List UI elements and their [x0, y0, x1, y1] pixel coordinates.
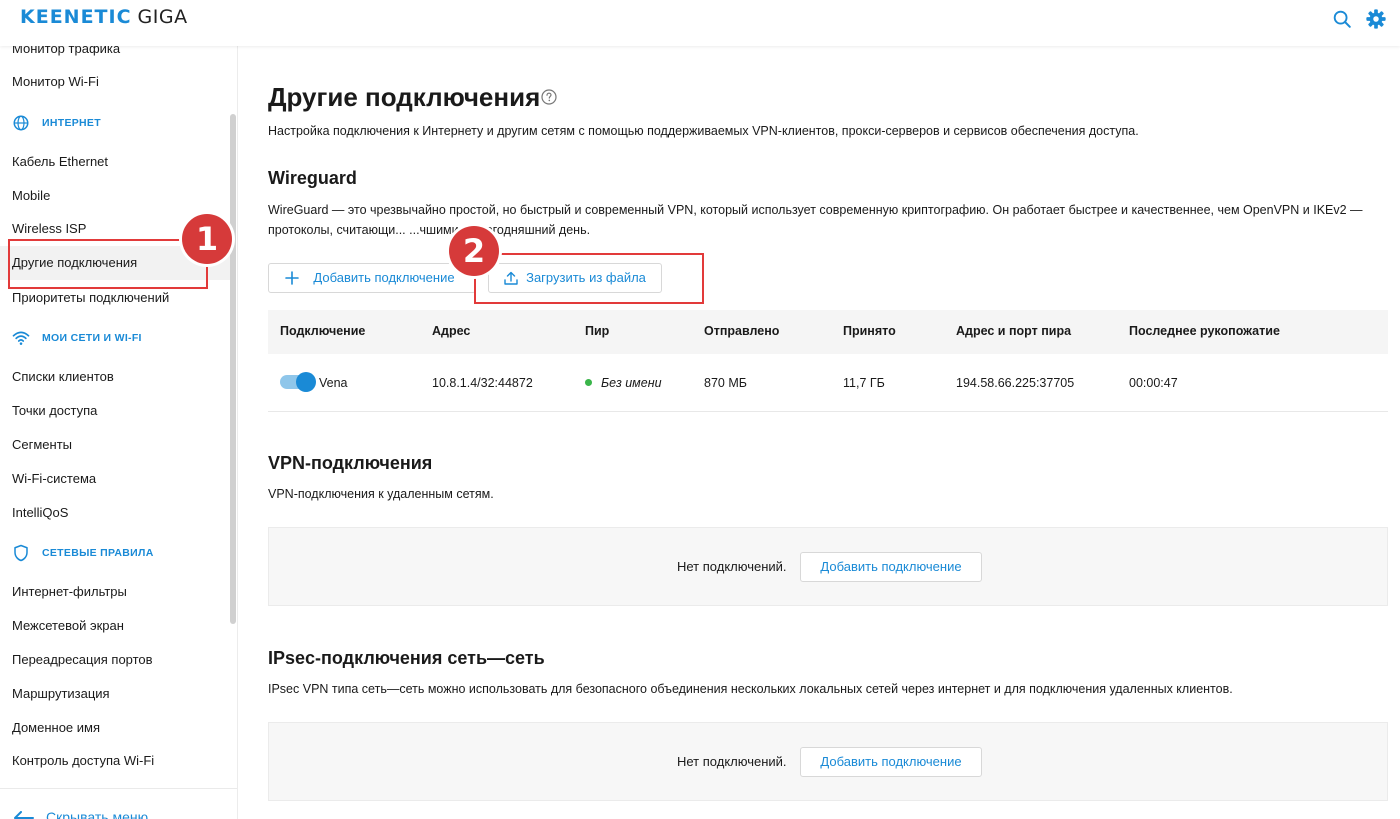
- sidebar-item-domain-name[interactable]: Доменное имя: [0, 711, 230, 745]
- sidebar-item-mobile[interactable]: Mobile: [0, 179, 230, 213]
- vpn-empty-panel: Нет подключений. Добавить подключение: [268, 527, 1388, 606]
- sidebar-item-wifi-system[interactable]: Wi-Fi-система: [0, 462, 230, 496]
- shield-icon: [14, 544, 28, 562]
- column-header: Последнее рукопожатие: [1129, 324, 1280, 338]
- globe-icon: [13, 115, 29, 131]
- wireguard-title: Wireguard: [268, 168, 357, 188]
- model-name: GIGA: [137, 6, 188, 28]
- app-header: KEENETIC GIGA: [0, 0, 1400, 46]
- hide-menu-label: Скрывать меню: [46, 809, 149, 819]
- wireguard-description: WireGuard — это чрезвычайно простой, но …: [268, 203, 1363, 237]
- main-content: Другие подключения Настройка подключения…: [238, 46, 1400, 819]
- status-dot-icon: [585, 379, 592, 387]
- sidebar-item-port-forwarding[interactable]: Переадресация портов: [0, 643, 230, 677]
- sidebar-group-label: СЕТЕВЫЕ ПРАВИЛА: [42, 547, 154, 559]
- sidebar-item-intelliqos[interactable]: IntelliQoS: [0, 496, 230, 530]
- sidebar-item-access-points[interactable]: Точки доступа: [0, 394, 230, 428]
- connection-toggle[interactable]: [280, 372, 316, 392]
- annotation-badge-1: 1: [182, 214, 232, 264]
- arrow-left-icon: [14, 811, 34, 819]
- add-vpn-button[interactable]: Добавить подключение: [800, 552, 982, 582]
- column-header: Пир: [585, 324, 610, 338]
- sidebar-scrollbar[interactable]: [230, 114, 236, 624]
- add-ipsec-button[interactable]: Добавить подключение: [800, 747, 982, 777]
- peer-endpoint: 194.58.66.225:37705: [956, 376, 1075, 390]
- plus-icon: [285, 271, 299, 285]
- help-icon[interactable]: [541, 89, 557, 105]
- table-row[interactable]: Vena 10.8.1.4/32:44872 Без имени 870 МБ …: [268, 356, 1388, 412]
- add-wireguard-button[interactable]: Добавить подключение: [268, 263, 476, 293]
- sidebar: Монитор трафика Монитор Wi-Fi ИНТЕРНЕТ К…: [0, 46, 238, 819]
- vpn-description: VPN-подключения к удаленным сетям.: [268, 487, 494, 501]
- add-ipsec-label: Добавить подключение: [820, 754, 962, 769]
- sidebar-group-label: ИНТЕРНЕТ: [42, 117, 101, 129]
- column-header: Подключение: [280, 324, 366, 338]
- received-value: 11,7 ГБ: [843, 376, 885, 390]
- page-description: Настройка подключения к Интернету и друг…: [268, 124, 1139, 138]
- sidebar-item-segments[interactable]: Сегменты: [0, 428, 230, 462]
- search-icon[interactable]: [1331, 8, 1353, 30]
- keenetic-logo[interactable]: KEENETIC GIGA: [20, 6, 188, 28]
- page-title: Другие подключения: [268, 82, 541, 112]
- sidebar-group-label: МОИ СЕТИ И WI-FI: [42, 332, 142, 344]
- table-header: Подключение Адрес Пир Отправлено Принято…: [268, 310, 1388, 354]
- gear-icon[interactable]: [1365, 8, 1387, 30]
- sidebar-group-rules: СЕТЕВЫЕ ПРАВИЛА: [0, 538, 230, 568]
- wifi-icon: [12, 331, 30, 345]
- sidebar-item-routing[interactable]: Маршрутизация: [0, 677, 230, 711]
- ipsec-empty-text: Нет подключений.: [677, 754, 787, 769]
- ipsec-description: IPsec VPN типа сеть—сеть можно использов…: [268, 682, 1233, 696]
- peer-cell: Без имени: [585, 376, 662, 390]
- sidebar-item-traffic-monitor[interactable]: Монитор трафика: [0, 46, 230, 66]
- add-vpn-label: Добавить подключение: [820, 559, 962, 574]
- column-header: Принято: [843, 324, 896, 338]
- annotation-badge-2: 2: [449, 226, 499, 276]
- sidebar-group-networks: МОИ СЕТИ И WI-FI: [0, 323, 230, 353]
- connection-name[interactable]: Vena: [319, 376, 348, 390]
- sidebar-item-client-lists[interactable]: Списки клиентов: [0, 360, 230, 394]
- connection-address: 10.8.1.4/32:44872: [432, 376, 533, 390]
- sidebar-item-internet-filters[interactable]: Интернет-фильтры: [0, 575, 230, 609]
- peer-name: Без имени: [601, 376, 662, 390]
- toggle-knob: [296, 372, 316, 392]
- brand-name: KEENETIC: [20, 6, 132, 28]
- column-header: Адрес: [432, 324, 471, 338]
- highlight-box-2: [474, 253, 704, 304]
- sidebar-item-firewall[interactable]: Межсетевой экран: [0, 609, 230, 643]
- sidebar-item-wifi-access-control[interactable]: Контроль доступа Wi-Fi: [0, 744, 230, 778]
- sidebar-item-wifi-monitor[interactable]: Монитор Wi-Fi: [0, 65, 230, 99]
- ipsec-title: IPsec-подключения сеть—сеть: [268, 648, 545, 668]
- sidebar-item-ethernet[interactable]: Кабель Ethernet: [0, 145, 230, 179]
- sidebar-group-internet: ИНТЕРНЕТ: [0, 108, 230, 138]
- add-wireguard-label: Добавить подключение: [313, 270, 455, 285]
- sent-value: 870 МБ: [704, 376, 747, 390]
- hide-menu-button[interactable]: Скрывать меню: [0, 788, 237, 819]
- column-header: Отправлено: [704, 324, 780, 338]
- vpn-empty-text: Нет подключений.: [677, 559, 787, 574]
- last-handshake: 00:00:47: [1129, 376, 1178, 390]
- ipsec-empty-panel: Нет подключений. Добавить подключение: [268, 722, 1388, 801]
- highlight-box-1: [8, 239, 208, 289]
- column-header: Адрес и порт пира: [956, 324, 1072, 338]
- vpn-title: VPN-подключения: [268, 453, 433, 473]
